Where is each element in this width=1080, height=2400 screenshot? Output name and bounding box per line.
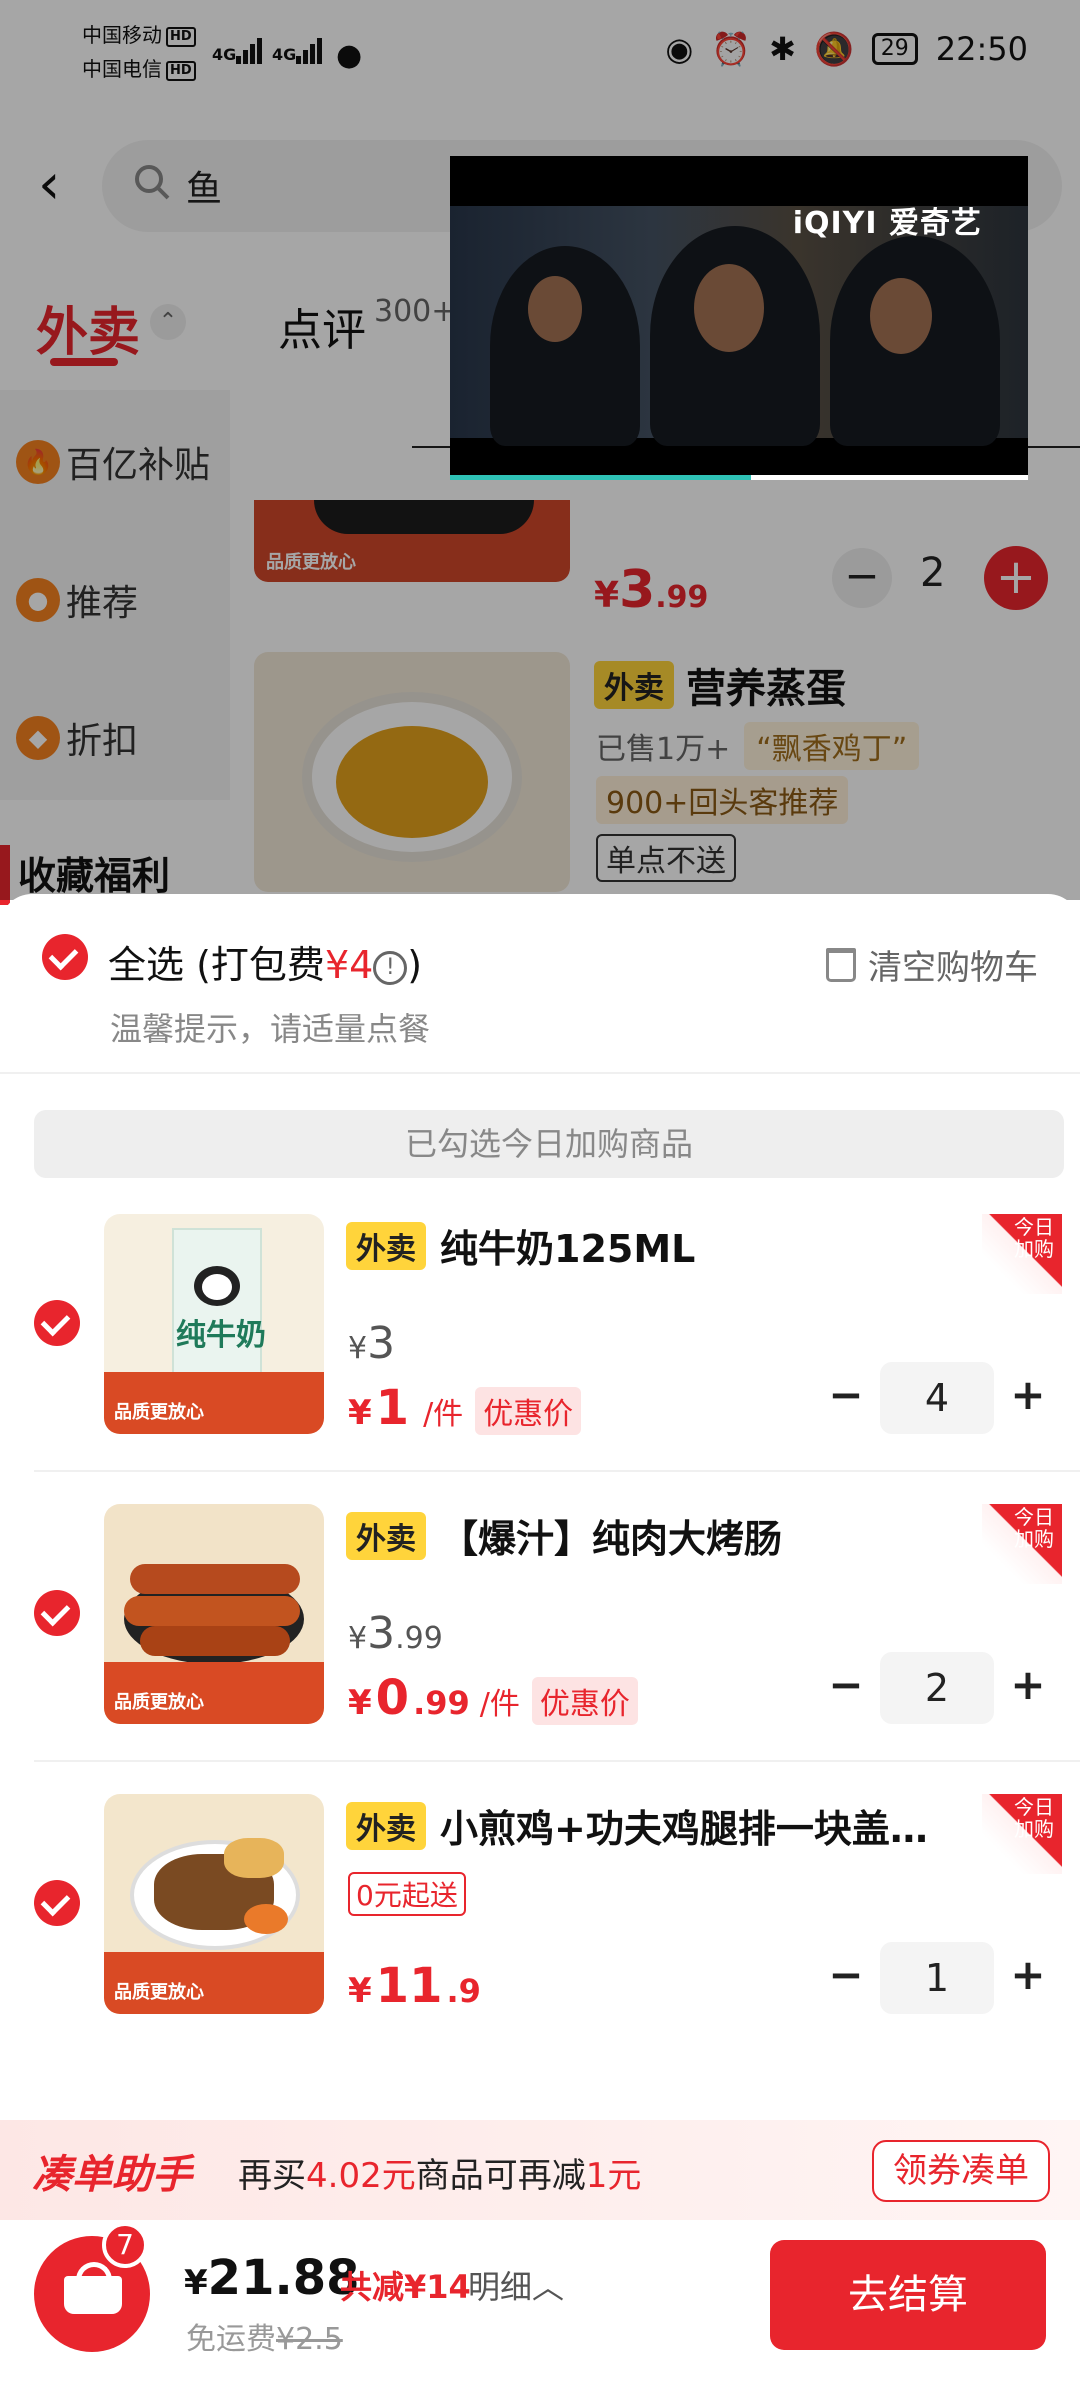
checkout-button[interactable]: 去结算 bbox=[770, 2240, 1046, 2350]
today-badge: 今日 加购 bbox=[982, 1504, 1062, 1584]
divider bbox=[34, 1470, 1080, 1472]
today-badge: 今日 加购 bbox=[982, 1214, 1062, 1294]
floating-video[interactable]: iQIYI 爱奇艺 bbox=[450, 156, 1028, 480]
item-image-chicken[interactable]: 品质更放心 bbox=[104, 1794, 324, 2014]
item-price: ¥1/件 优惠价 bbox=[348, 1380, 582, 1436]
item-original-price: ¥3.99 bbox=[348, 1608, 443, 1659]
minus-button[interactable]: − bbox=[826, 1660, 866, 1709]
minus-button[interactable]: − bbox=[826, 1370, 866, 1419]
cart-tip: 温馨提示，请适量点餐 bbox=[110, 1010, 431, 1048]
divider bbox=[0, 1072, 1080, 1074]
helper-text: 再买4.02元商品可再减1元 bbox=[238, 2156, 642, 2196]
item-price: ¥0.99/件 优惠价 bbox=[348, 1670, 638, 1726]
divider bbox=[34, 1760, 1080, 1762]
item-checkbox[interactable] bbox=[34, 1880, 80, 1926]
item-image-milk[interactable]: 纯牛奶 品质更放心 bbox=[104, 1214, 324, 1434]
video-brand-logo: iQIYI 爱奇艺 bbox=[792, 206, 982, 241]
total-price: ¥21.88 bbox=[184, 2250, 360, 2306]
clear-cart-button[interactable]: 清空购物车 bbox=[826, 940, 1038, 989]
item-image-sausage[interactable]: 品质更放心 bbox=[104, 1504, 324, 1724]
get-coupon-button[interactable]: 领券凑单 bbox=[872, 2140, 1050, 2202]
select-all-label[interactable]: 全选 (打包费¥4!) bbox=[108, 934, 422, 989]
order-helper-bar: 凑单助手 再买4.02元商品可再减1元 领券凑单 bbox=[0, 2120, 1080, 2220]
helper-title: 凑单助手 bbox=[32, 2152, 192, 2198]
today-badge: 今日 加购 bbox=[982, 1794, 1062, 1874]
minus-button[interactable]: − bbox=[826, 1950, 866, 1999]
saved-amount: 共减¥14 bbox=[340, 2268, 471, 2306]
item-checkbox[interactable] bbox=[34, 1590, 80, 1636]
price-detail-link[interactable]: 明细︿ bbox=[468, 2262, 564, 2308]
cart-count-badge: 7 bbox=[102, 2222, 148, 2268]
video-progress[interactable] bbox=[450, 475, 1028, 480]
item-checkbox[interactable] bbox=[34, 1300, 80, 1346]
item-title[interactable]: 外卖 小煎鸡+功夫鸡腿排一块盖… bbox=[346, 1798, 928, 1853]
shipping-fee: 免运费¥2.5 bbox=[186, 2322, 343, 2357]
item-price: ¥11.9 bbox=[348, 1958, 481, 2014]
select-all-checkbox[interactable] bbox=[42, 934, 88, 980]
item-original-price: ¥3 bbox=[348, 1318, 396, 1369]
quantity-field[interactable]: 2 bbox=[880, 1652, 994, 1724]
plus-button[interactable]: + bbox=[1008, 1660, 1048, 1709]
info-icon[interactable]: ! bbox=[373, 951, 408, 985]
item-title[interactable]: 外卖 【爆汁】纯肉大烤肠 bbox=[346, 1508, 782, 1563]
trash-icon bbox=[826, 947, 856, 982]
plus-button[interactable]: + bbox=[1008, 1950, 1048, 1999]
item-title[interactable]: 外卖 纯牛奶125ML bbox=[346, 1218, 695, 1273]
today-banner: 已勾选今日加购商品 bbox=[34, 1110, 1064, 1178]
quantity-field[interactable]: 4 bbox=[880, 1362, 994, 1434]
plus-button[interactable]: + bbox=[1008, 1370, 1048, 1419]
min-order-tag: 0元起送 bbox=[348, 1872, 466, 1916]
quantity-field[interactable]: 1 bbox=[880, 1942, 994, 2014]
